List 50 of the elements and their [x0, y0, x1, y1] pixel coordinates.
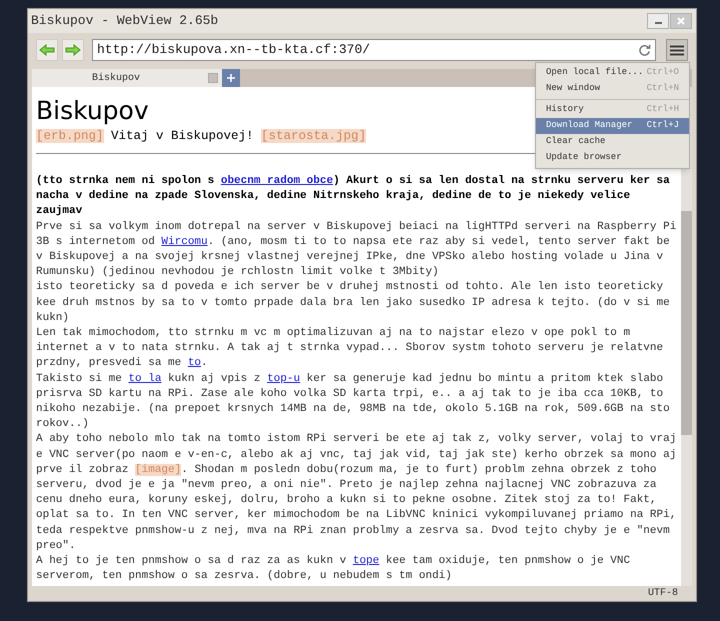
paragraph: Len tak mimochodom, tto strnku m vc m optimalizuvan aj na to najstar elezo v ope pokl to m internet a v to nata strnku. A tak aj t strnka vypad... Sborov systm tohoto serveru je relatvne przdny, presvedi sa me to.	[36, 326, 664, 372]
menu-item-label: Update browser	[546, 151, 622, 164]
text-link[interactable]: obecnm radom obce	[220, 175, 334, 187]
reload-icon[interactable]	[638, 44, 651, 56]
new-tab-button[interactable]	[222, 69, 240, 87]
window-title: Biskupov - WebView 2.65b	[31, 12, 218, 30]
paragraph: Takisto si me to la kukn aj vpis z top-u ker sa generuje kad jednu bo mintu a pritom ktek slabo prisrva SD kartu na RPi. Zase ale koho volka SD karta trpi, e.. a aj tak to je iba cca 10KB, to nikoho nezabije. (na prepoet krsnych 14MB na de, 98MB na tde, okolo 5.1GB na rok, 509.6GB na sto rokov..)	[36, 372, 671, 432]
tab[interactable]: Biskupov	[32, 69, 222, 87]
menu-item[interactable]: Update browser	[536, 150, 689, 166]
page-heading: Biskupov	[36, 97, 149, 125]
menu-item-shortcut: Ctrl+N	[646, 82, 679, 96]
address-text: http://biskupova.xn--tb-kta.cf:370/	[97, 41, 372, 60]
text-link[interactable]: top-u	[267, 372, 300, 385]
back-button[interactable]	[36, 39, 58, 61]
encoding-label: UTF-8	[648, 587, 678, 601]
menu-button[interactable]	[666, 39, 688, 61]
menu-item-label: Open local file...	[546, 66, 644, 80]
text-link[interactable]: Wircomu	[161, 236, 208, 248]
forward-button[interactable]	[62, 39, 84, 61]
text-link[interactable]: to la	[128, 372, 162, 385]
menu-item[interactable]: New window Ctrl+N	[536, 81, 689, 97]
address-field[interactable]: http://biskupova.xn--tb-kta.cf:370/	[92, 39, 656, 61]
tab-label: Biskupov	[92, 72, 140, 86]
plus-icon	[227, 74, 235, 82]
paragraph: isto teoreticky sa d poveda e ich server be v druhej mstnosti od tohto. Ale len isto teoreticky kee druh mstnos by sa to v tomto prpade dala bra len jako susedko IP adresa k tejto. (do v si me kukn)	[36, 280, 671, 326]
text-link[interactable]: tope	[352, 555, 380, 568]
menu-item-shortcut: Ctrl+H	[646, 103, 679, 116]
paragraph: (tto strnka nem ni spolon s obecnm radom obce) Akurt o si sa len dostal na strnku serveru ker sa nacha v dedine na zpade Slovenska, dedine Nitrnskeho kraja, dedine de to je niekedy velice zaujmav	[36, 174, 671, 220]
scrollbar-thumb[interactable]	[681, 211, 692, 435]
menu-item-label: New window	[546, 82, 600, 96]
page-subtitle: [erb.png] Vitaj v Biskupovej! [starosta.jpg]	[36, 128, 366, 145]
paragraph: A aby toho nebolo mlo tak na tomto istom RPi serveri be ete aj tak z, volky server, volaj to vraj e VNC server(po naom e v-en-c, alebo ak aj vnc, taj jak vid, taj jak ste) kerho obrzek sa mono aj prve il zobraz [image]. Shodan m posledn dobu(rozum ma, je to furt) problm zehna obrzek z toho serveru, dvod je e ja "nevm preo, a oni nie". Preto je najlep zehna najlacnej VNC zobrazuva za cenu dneho eura, koruny eskej, dolru, broho a kukn si to pekne osobne. Zitek stoj za to! Fakt, oplat sa to. In ten VNC server, ker mimochodom be na LibVNC kninici vykompiluvanej priamo na RPi, teda respektve pnmshow-u z nej, mva na RPi znan problmy a zesrva sa. Dvod tejto chyby je e "nevm preo".	[36, 432, 678, 554]
forward-arrow-icon	[65, 44, 81, 56]
minimize-icon	[654, 22, 662, 24]
menu-item-label: History	[546, 103, 584, 116]
close-icon	[677, 17, 685, 25]
paragraph: A hej to je ten pnmshow o sa d raz za as kukn v tope kee tam oxiduje, ten pnmshow o je VNC serverom, ten pnmshow o sa zesrva. (dobre, u nebudem s tm ondi)	[36, 554, 632, 584]
menu-item[interactable]: Open local file... Ctrl+O	[536, 65, 689, 81]
paragraph: Prve si sa volkym inom dotrepal na server v Biskupovej beiaci na ligHTTPd serveri na Raspberry Pi 3B s internetom od Wircomu. (ano, mosm ti to to napsa ete raz aby si vedel, tento server fakt be v Biskupovej a na svojej krsnej vlastnej verejnej IPke, dne VPSko alebo hosting volade u Jina v Rumunsku) (jedinou nevhodou je rchlostn limit volke t 3Mbity)	[36, 220, 678, 280]
menu-icon	[670, 44, 684, 56]
back-arrow-icon	[39, 44, 55, 56]
menu-item[interactable]: Download Manager Ctrl+J	[536, 118, 689, 134]
menu-item[interactable]: Clear cache	[536, 134, 689, 150]
menu-item-label: Clear cache	[546, 135, 606, 148]
menu-item-shortcut: Ctrl+O	[646, 66, 679, 80]
close-button[interactable]	[670, 13, 692, 29]
menu-item-shortcut: Ctrl+J	[646, 119, 679, 132]
text-link[interactable]: to	[188, 357, 202, 370]
menu-item-label: Download Manager	[546, 119, 632, 132]
minimize-button[interactable]	[647, 13, 669, 29]
